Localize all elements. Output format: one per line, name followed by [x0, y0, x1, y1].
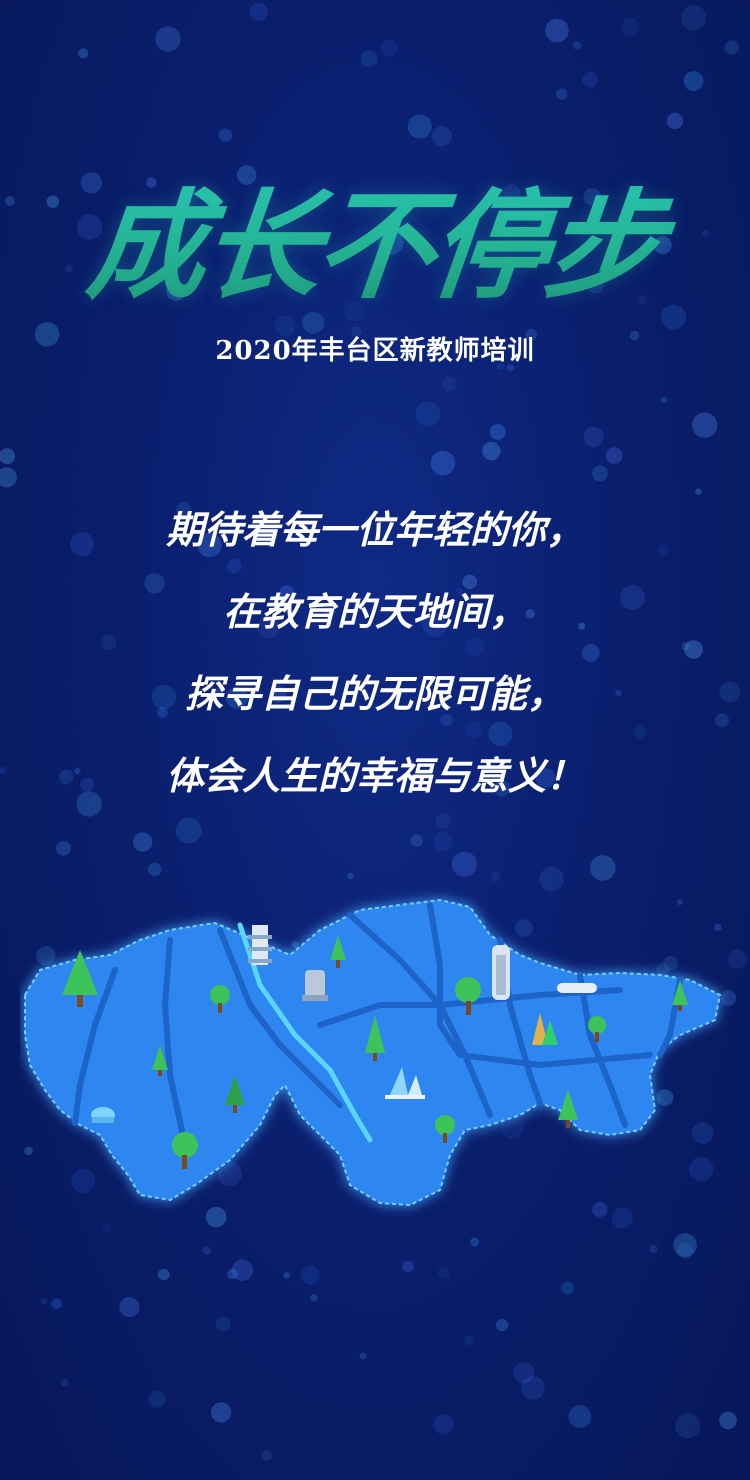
statue-icon: [302, 970, 328, 1001]
message-block: 期待着每一位年轻的你， 在教育的天地间， 探寻自己的无限可能， 体会人生的幸福与…: [0, 500, 750, 828]
bokeh-dot: [719, 1411, 737, 1430]
bokeh-dot: [407, 114, 432, 139]
bokeh-dot: [283, 1272, 290, 1279]
bokeh-dot: [581, 71, 598, 88]
bokeh-dot: [249, 2, 268, 21]
bokeh-dot: [677, 1242, 693, 1259]
bokeh-dot: [415, 401, 441, 427]
bokeh-dot: [681, 5, 707, 31]
bokeh-dot: [215, 1316, 231, 1332]
bokeh-dot: [78, 48, 89, 59]
bokeh-dot: [310, 1294, 318, 1302]
bokeh-dot: [545, 18, 569, 43]
bokeh-dot: [556, 88, 568, 100]
bokeh-dot: [402, 1260, 414, 1273]
bokeh-dot: [521, 1376, 545, 1400]
tower-building-icon: [492, 945, 510, 1000]
bokeh-dot: [359, 1352, 367, 1360]
bokeh-dot: [119, 1297, 140, 1318]
bokeh-dot: [155, 26, 181, 52]
bokeh-dot: [210, 1402, 232, 1423]
bokeh-dot: [605, 447, 623, 464]
bokeh-dot: [202, 1246, 211, 1255]
bokeh-dot: [261, 1450, 273, 1461]
water-fountain-icon: [91, 1107, 115, 1123]
bokeh-dot: [724, 40, 739, 55]
bokeh-dot: [649, 1245, 658, 1254]
bokeh-dot: [410, 834, 424, 847]
bokeh-dot: [433, 831, 453, 852]
bokeh-dot: [695, 488, 702, 495]
bokeh-dot: [675, 1413, 701, 1439]
page-subtitle: 2020年丰台区新教师培训: [215, 336, 535, 366]
bokeh-dot: [158, 1268, 170, 1281]
message-line: 体会人生的幸福与意义！: [165, 753, 584, 798]
bokeh-dot: [133, 832, 153, 852]
bokeh-dot: [51, 1298, 62, 1309]
message-line: 在教育的天地间，: [222, 589, 527, 634]
bokeh-dot: [360, 50, 378, 68]
bokeh-dot: [40, 1298, 48, 1305]
bokeh-dot: [231, 1259, 254, 1281]
bokeh-dot: [495, 1318, 509, 1332]
bokeh-dot: [482, 441, 501, 461]
bokeh-dot: [572, 40, 582, 50]
bokeh-dot: [380, 39, 398, 57]
message-line: 期待着每一位年轻的你，: [165, 507, 584, 552]
train-icon: [557, 983, 597, 993]
bokeh-dot: [470, 1237, 480, 1247]
bokeh-dot: [218, 128, 232, 142]
bokeh-dot: [437, 1266, 450, 1279]
bokeh-dot: [489, 424, 506, 440]
bokeh-dot: [56, 841, 71, 856]
bokeh-dot: [148, 1390, 166, 1408]
fengtai-district-map: [24, 898, 722, 1207]
bokeh-dot: [433, 1413, 455, 1435]
page-title: 成长不停步: [0, 150, 750, 321]
bokeh-dot: [592, 465, 608, 482]
bokeh-dot: [683, 71, 704, 91]
bokeh-dot: [0, 448, 16, 465]
bokeh-dot: [147, 862, 162, 877]
bokeh-dot: [300, 1265, 320, 1285]
bokeh-dot: [451, 851, 477, 877]
bokeh-dot: [490, 872, 501, 882]
bokeh-dot: [692, 412, 718, 438]
bokeh-dot: [0, 467, 17, 488]
bokeh-dot: [590, 855, 616, 881]
bokeh-dot: [60, 1378, 69, 1387]
message-line: 探寻自己的无限可能，: [184, 671, 565, 716]
bokeh-dot: [583, 426, 604, 448]
bokeh-dot: [660, 396, 668, 404]
bokeh-dot: [442, 376, 458, 392]
bokeh-dot: [561, 1281, 575, 1295]
bokeh-dot: [568, 1405, 592, 1428]
bokeh-dot: [464, 1335, 474, 1346]
bokeh-dot: [430, 450, 456, 476]
bokeh-dot: [666, 112, 684, 130]
bokeh-dot: [432, 126, 452, 147]
bokeh-dot: [621, 18, 640, 36]
bokeh-dot: [347, 872, 354, 880]
